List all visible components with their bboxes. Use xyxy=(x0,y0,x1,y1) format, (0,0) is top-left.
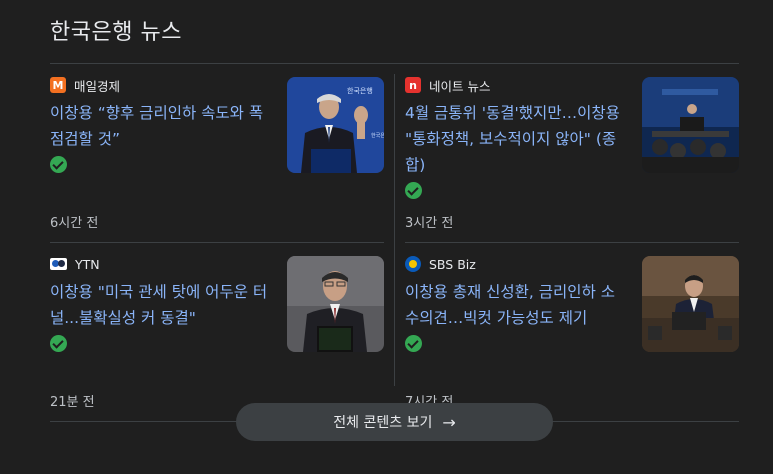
svg-text:한국은행: 한국은행 xyxy=(347,86,373,95)
maeil-m-logo-icon: M xyxy=(50,77,66,93)
svg-text:한국은: 한국은 xyxy=(371,133,384,139)
divider xyxy=(50,63,739,64)
headline-link[interactable]: 이창용 "미국 관세 탓에 어두운 터널...불확실성 커 동결" xyxy=(50,283,267,327)
arrow-right-icon: → xyxy=(442,412,456,432)
timestamp: 3시간 전 xyxy=(405,216,454,231)
headline-block[interactable]: 이창용 "미국 관세 탓에 어두운 터널...불확실성 커 동결" xyxy=(50,279,270,352)
news-card[interactable]: SBS Biz 이창용 총재 신성환, 금리인하 소수의견…빅컷 가능성도 제기… xyxy=(405,253,739,413)
news-thumbnail[interactable] xyxy=(642,77,739,173)
headline-block[interactable]: 이창용 총재 신성환, 금리인하 소수의견…빅컷 가능성도 제기 xyxy=(405,279,625,352)
headline-block[interactable]: 4월 금통위 '동결'했지만…이창용 "통화정책, 보수적이지 않아" (종합) xyxy=(405,100,625,199)
divider xyxy=(394,74,395,386)
news-card[interactable]: n 네이트 뉴스 4월 금통위 '동결'했지만…이창용 "통화정책, 보수적이지… xyxy=(405,74,739,234)
verified-check-icon xyxy=(405,182,422,199)
headline-block[interactable]: 이창용 “향후 금리인하 속도와 폭 점검할 것” xyxy=(50,100,270,173)
timestamp: 6시간 전 xyxy=(50,216,99,231)
thumbnail-image xyxy=(642,77,739,173)
news-source: YTN xyxy=(50,255,100,273)
nate-logo-icon: n xyxy=(405,77,421,93)
verified-check-icon xyxy=(405,335,422,352)
news-card[interactable]: M 매일경제 이창용 “향후 금리인하 속도와 폭 점검할 것” 6시간 전 한… xyxy=(50,74,384,234)
headline-link[interactable]: 이창용 “향후 금리인하 속도와 폭 점검할 것” xyxy=(50,104,263,148)
ytn-logo-icon xyxy=(50,258,67,270)
thumbnail-image xyxy=(642,256,739,352)
thumbnail-image xyxy=(287,256,384,352)
source-name: 매일경제 xyxy=(74,78,121,94)
source-name: YTN xyxy=(75,256,100,272)
divider xyxy=(50,242,384,243)
news-source: n 네이트 뉴스 xyxy=(405,76,490,94)
headline-link[interactable]: 4월 금통위 '동결'했지만…이창용 "통화정책, 보수적이지 않아" (종합) xyxy=(405,104,620,174)
section-title: 한국은행 뉴스 xyxy=(50,20,182,45)
headline-link[interactable]: 이창용 총재 신성환, 금리인하 소수의견…빅컷 가능성도 제기 xyxy=(405,283,615,327)
source-name: 네이트 뉴스 xyxy=(429,78,491,94)
thumbnail-image: 한국은행 한국은 xyxy=(287,77,384,173)
verified-check-icon xyxy=(50,156,67,173)
news-source: SBS Biz xyxy=(405,255,476,273)
news-thumbnail[interactable] xyxy=(287,256,384,352)
news-thumbnail[interactable]: 한국은행 한국은 xyxy=(287,77,384,173)
view-all-content-button[interactable]: 전체 콘텐츠 보기 → xyxy=(236,403,553,441)
news-thumbnail[interactable] xyxy=(642,256,739,352)
source-name: SBS Biz xyxy=(429,256,476,272)
verified-check-icon xyxy=(50,335,67,352)
timestamp: 21분 전 xyxy=(50,395,95,410)
divider xyxy=(405,242,739,243)
view-all-label: 전체 콘텐츠 보기 xyxy=(333,415,433,431)
news-source: M 매일경제 xyxy=(50,76,120,94)
news-card[interactable]: YTN 이창용 "미국 관세 탓에 어두운 터널...불확실성 커 동결" 21… xyxy=(50,253,384,413)
sbs-biz-logo-icon xyxy=(405,256,421,272)
